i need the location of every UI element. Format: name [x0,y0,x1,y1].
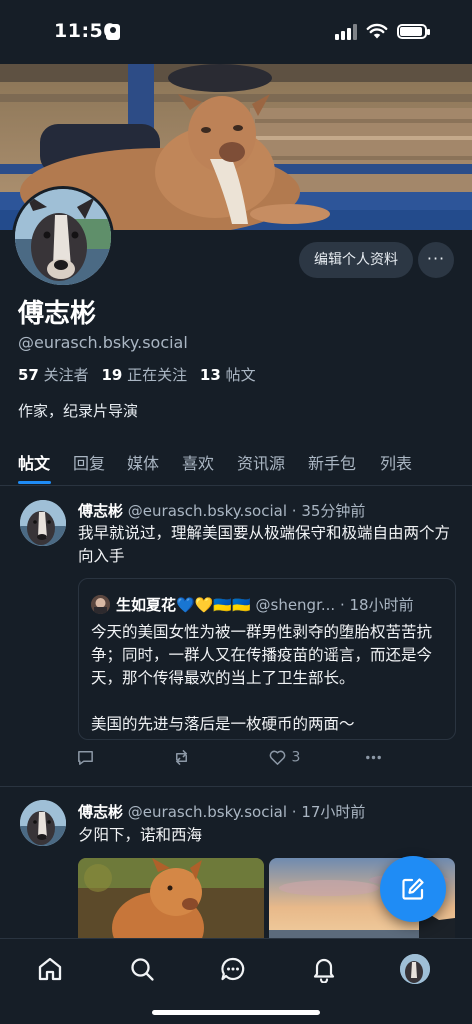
post-timestamp[interactable]: · 17小时前 [292,803,366,821]
repost-icon [175,750,188,765]
edit-profile-button[interactable]: 编辑个人资料 [299,242,413,278]
bell-icon [313,958,335,984]
posts-label: 帖文 [225,366,256,384]
quoted-post[interactable]: 生如夏花💙💛🇺🇦🇺🇦 @shengr... · 18小时前 今天的美国女性为被一… [78,578,456,740]
heart-icon [269,750,286,765]
avatar-dog-photo [15,189,111,285]
posts-stat: 13 帖文 [200,366,256,384]
post-author-name[interactable]: 傅志彬 [78,502,123,520]
profile-handle: @eurasch.bsky.social [18,333,188,352]
avatar-dog-photo [20,800,66,846]
followers-stat[interactable]: 57 关注者 [18,366,97,384]
home-indicator [152,1010,320,1015]
following-label: 正在关注 [127,366,188,384]
quoted-author-handle: @shengr... [255,596,336,614]
nav-chat[interactable] [219,955,249,985]
post-image-dog[interactable] [78,858,264,948]
cellular-signal-icon [335,24,357,40]
tab-posts[interactable]: 帖文 [18,450,50,474]
profile-more-button[interactable]: ··· [418,242,454,278]
chat-icon [221,957,245,981]
profile-stats: 57 关注者 19 正在关注 13 帖文 [18,364,256,385]
post-author-avatar[interactable] [20,800,66,846]
following-stat[interactable]: 19 正在关注 [101,366,195,384]
dog-sunset-photo [78,858,264,948]
post-timestamp[interactable]: · 35分钟前 [292,502,366,520]
more-icon [366,755,381,760]
tab-lists[interactable]: 列表 [380,450,412,474]
id-card-icon [106,24,120,40]
quoted-author-avatar [91,595,110,614]
post-author-avatar[interactable] [20,500,66,546]
profile-bio: 作家，纪录片导演 [18,402,139,420]
tab-likes[interactable]: 喜欢 [182,450,214,474]
quoted-author-name: 生如夏花💙💛🇺🇦🇺🇦 [116,596,251,614]
quoted-paragraph: 今天的美国女性为被一群男性剥夺的堕胎权苦苦抗争；同时，一群人又在传播疫苗的谣言，… [91,623,433,687]
followers-count: 57 [18,366,39,384]
tab-starter-packs[interactable]: 新手包 [308,450,356,474]
followers-label: 关注者 [43,366,89,384]
post-text: 夕阳下，诺和西海 [78,826,203,844]
post-author-handle: @eurasch.bsky.social [127,502,287,520]
like-button[interactable]: 3 [268,748,300,767]
posts-count: 13 [199,366,221,384]
nav-search[interactable] [128,955,158,985]
active-tab-indicator [18,481,51,484]
following-count: 19 [101,366,123,384]
bottom-navigation [0,938,472,1024]
repost-button[interactable] [172,748,191,767]
compose-icon [402,878,424,900]
search-icon [131,958,154,981]
post-author-handle: @eurasch.bsky.social [127,803,287,821]
quoted-post-text: 今天的美国女性为被一群男性剥夺的堕胎权苦苦抗争；同时，一群人又在传播疫苗的谣言，… [91,621,443,736]
profile-avatar[interactable] [12,186,114,288]
nav-home[interactable] [36,955,66,985]
quoted-paragraph: 美国的先进与落后是一枚硬币的两面～ [91,715,355,733]
like-count: 3 [291,749,301,766]
avatar-dog-photo [400,954,430,984]
wifi-icon [366,23,388,39]
profile-tabs: 帖文 回复 媒体 喜欢 资讯源 新手包 列表 [0,440,472,486]
reply-button[interactable] [76,748,95,767]
tab-replies[interactable]: 回复 [73,450,105,474]
tab-feeds[interactable]: 资讯源 [237,450,285,474]
post-author-name[interactable]: 傅志彬 [78,803,123,821]
post-text: 我早就说过，理解美国要从极端保守和极端自由两个方向入手 [78,524,451,565]
nav-profile-avatar[interactable] [400,954,430,984]
home-icon [38,957,62,981]
post-header: 傅志彬 @eurasch.bsky.social · 17小时前 [78,801,365,822]
nav-notifications[interactable] [310,955,340,985]
quoted-post-timestamp: · 18小时前 [339,596,414,614]
compose-button[interactable] [380,856,446,922]
post-more-button[interactable] [364,748,383,767]
post-actions: 3 [76,748,456,772]
tab-media[interactable]: 媒体 [127,450,159,474]
display-name: 傅志彬 [18,299,97,329]
reply-icon [78,751,93,765]
battery-icon [397,24,430,39]
avatar-dog-photo [20,500,66,546]
status-bar: 11:50 [0,0,472,64]
post-header: 傅志彬 @eurasch.bsky.social · 35分钟前 [78,500,365,521]
quoted-post-header: 生如夏花💙💛🇺🇦🇺🇦 @shengr... · 18小时前 [116,594,414,615]
